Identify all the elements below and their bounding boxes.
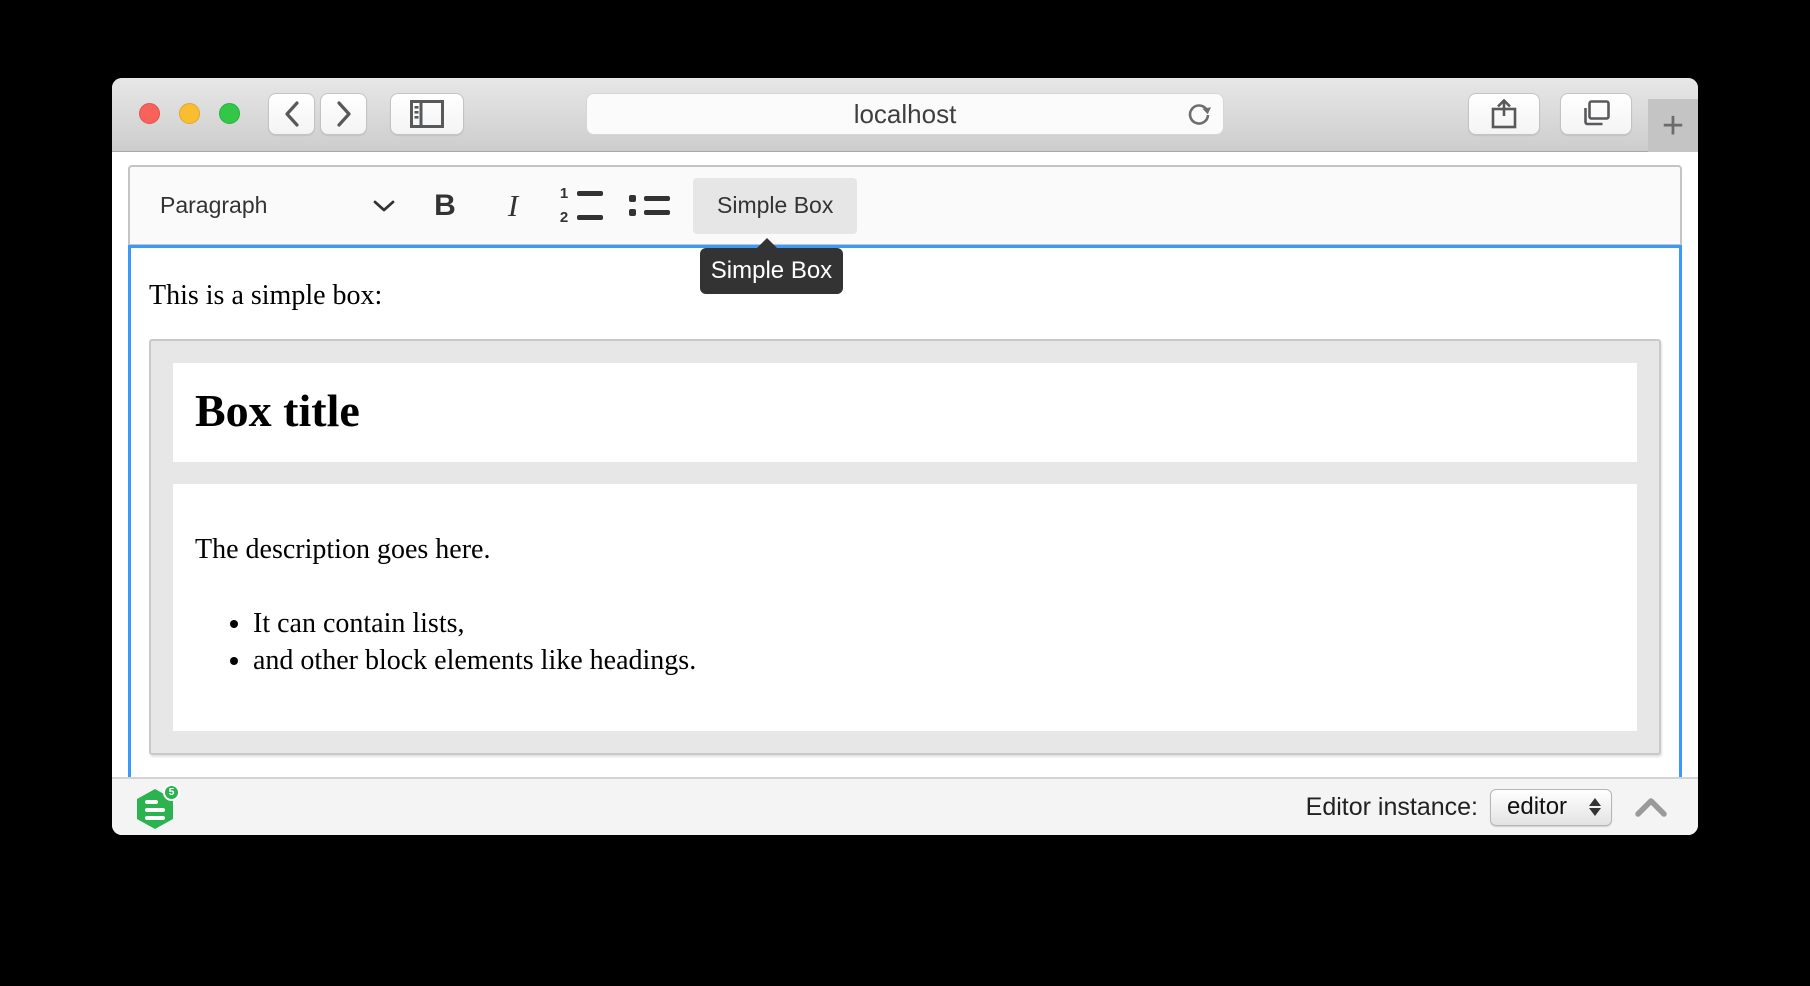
list-item[interactable]: It can contain lists, <box>253 606 1615 643</box>
address-bar[interactable]: localhost <box>586 93 1224 135</box>
editor-toolbar: Paragraph B I 1 2 <box>128 165 1682 245</box>
description-paragraph[interactable]: The description goes here. <box>195 534 1615 566</box>
browser-titlebar: localhost <box>112 78 1698 152</box>
simple-box-title[interactable]: Box title <box>173 363 1637 462</box>
editor-count-badge: 5 <box>163 784 180 801</box>
forward-icon <box>336 101 352 127</box>
tab-overview-button[interactable] <box>1560 93 1632 135</box>
minimize-window-button[interactable] <box>179 103 200 124</box>
address-bar-url: localhost <box>854 99 957 130</box>
close-window-button[interactable] <box>139 103 160 124</box>
editor-content[interactable]: This is a simple box: Box title The desc… <box>128 245 1682 777</box>
numbered-list-icon: 1 2 <box>559 185 603 226</box>
expand-inspector-button[interactable] <box>1634 796 1668 818</box>
ckeditor-logo[interactable]: 5 <box>137 787 177 829</box>
screenshot-stage: localhost <box>0 0 1810 986</box>
bold-button[interactable]: B <box>421 178 469 234</box>
editor-instance-value: editor <box>1507 793 1567 821</box>
simple-box-description[interactable]: The description goes here. It can contai… <box>173 484 1637 731</box>
share-icon <box>1491 99 1517 129</box>
share-button[interactable] <box>1468 93 1540 135</box>
simple-box-button[interactable]: Simple Box <box>693 178 857 234</box>
heading-dropdown[interactable]: Paragraph <box>160 178 405 234</box>
chevron-down-icon <box>373 199 395 213</box>
italic-button[interactable]: I <box>489 178 537 234</box>
tooltip-arrow <box>757 238 777 248</box>
heading-dropdown-label: Paragraph <box>160 192 267 219</box>
editor-instance-select[interactable]: editor <box>1490 789 1612 826</box>
italic-icon: I <box>508 188 518 224</box>
sidebar-toggle-button[interactable] <box>390 93 464 135</box>
intro-paragraph[interactable]: This is a simple box: <box>149 280 1661 312</box>
zoom-window-button[interactable] <box>219 103 240 124</box>
description-list[interactable]: It can contain lists, and other block el… <box>195 606 1615 680</box>
list-item[interactable]: and other block elements like headings. <box>253 643 1615 680</box>
forward-button[interactable] <box>320 93 367 135</box>
numbered-list-button[interactable]: 1 2 <box>557 178 605 234</box>
reload-icon[interactable] <box>1185 101 1213 129</box>
back-button[interactable] <box>268 93 315 135</box>
inspector-bar: 5 Editor instance: editor <box>112 777 1698 835</box>
new-tab-button[interactable]: + <box>1648 99 1698 152</box>
sidebar-icon <box>410 100 444 128</box>
web-page: Paragraph B I 1 2 <box>112 152 1698 777</box>
tab-overview-icon <box>1581 100 1611 128</box>
select-arrows-icon <box>1589 798 1601 816</box>
simple-box-tooltip: Simple Box <box>700 248 843 294</box>
back-icon <box>284 101 300 127</box>
bulleted-list-button[interactable] <box>625 178 673 234</box>
simple-box-button-label: Simple Box <box>717 192 833 219</box>
ckeditor: Paragraph B I 1 2 <box>128 165 1682 777</box>
browser-window: localhost <box>112 78 1698 835</box>
bold-icon: B <box>434 189 456 223</box>
tooltip-text: Simple Box <box>711 257 832 285</box>
editor-instance-label: Editor instance: <box>1306 793 1478 822</box>
bulleted-list-icon <box>629 195 670 216</box>
simple-box-widget[interactable]: Box title The description goes here. It … <box>149 339 1661 755</box>
plus-icon: + <box>1662 107 1684 145</box>
